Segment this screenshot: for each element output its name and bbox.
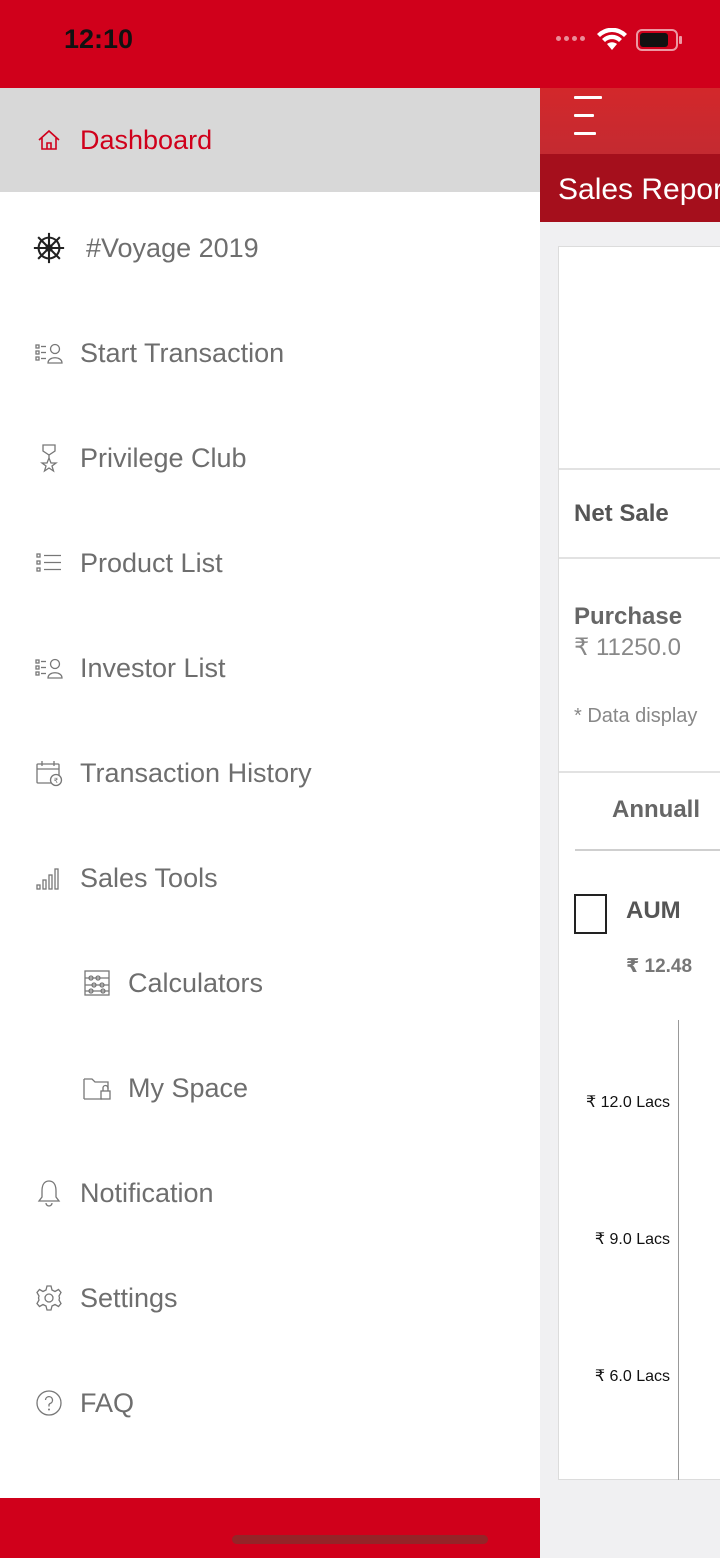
menu-item-label: My Space <box>128 1072 249 1103</box>
menu-item-label: Settings <box>80 1282 178 1313</box>
menu-item-transaction-history[interactable]: ₹ Transaction History <box>0 721 540 825</box>
card-divider <box>559 557 720 559</box>
menu-item-voyage-2019[interactable]: #Voyage 2019 <box>0 196 540 300</box>
transaction-user-icon <box>32 336 66 370</box>
card-divider <box>559 468 720 470</box>
chart-y-axis <box>678 1020 679 1480</box>
card-divider <box>559 771 720 773</box>
folder-lock-icon <box>80 1071 114 1105</box>
abacus-icon <box>80 966 114 1000</box>
menu-item-label: FAQ <box>80 1387 135 1418</box>
bar-chart-icon <box>32 861 66 895</box>
menu-item-my-space[interactable]: My Space <box>0 1036 540 1140</box>
award-icon <box>32 441 66 475</box>
menu-item-product-list[interactable]: Product List <box>0 511 540 615</box>
cellular-signal-icon <box>556 36 585 41</box>
menu-item-start-transaction[interactable]: Start Transaction <box>0 301 540 405</box>
menu-item-label: Dashboard <box>80 124 213 155</box>
menu-item-calculators[interactable]: Calculators <box>0 931 540 1035</box>
background-header <box>540 88 720 154</box>
hamburger-menu-icon[interactable] <box>574 96 602 136</box>
background-status-bar <box>540 0 720 88</box>
y-tick-label: ₹ 6.0 Lacs <box>594 1368 670 1385</box>
menu-item-label: Transaction History <box>80 757 312 788</box>
menu-item-label: Notification <box>80 1177 214 1208</box>
y-tick-label: ₹ 12.0 Lacs <box>585 1094 670 1111</box>
menu-item-investor-list[interactable]: Investor List <box>0 616 540 720</box>
menu-item-label: Privilege Club <box>80 442 247 473</box>
menu-item-settings[interactable]: Settings <box>0 1246 540 1350</box>
home-indicator[interactable] <box>232 1535 488 1544</box>
investor-list-icon <box>32 651 66 685</box>
data-note: * Data display <box>574 705 698 727</box>
menu-item-dashboard[interactable]: Dashboard <box>0 88 540 192</box>
aum-checkbox[interactable] <box>574 894 607 934</box>
menu-item-label: Sales Tools <box>80 862 218 893</box>
status-bar: 12:10 <box>0 0 540 88</box>
tab-annually[interactable]: Annuall <box>612 796 700 824</box>
status-time: 12:10 <box>64 24 134 54</box>
purchase-label: Purchase <box>574 603 683 630</box>
net-sale-label: Net Sale <box>574 500 669 527</box>
help-icon <box>32 1386 66 1420</box>
wifi-icon <box>597 28 627 50</box>
bell-icon <box>32 1176 66 1210</box>
home-icon <box>32 123 66 157</box>
tab-underline <box>575 849 720 851</box>
battery-icon <box>636 29 682 51</box>
menu-item-label: #Voyage 2019 <box>86 232 259 263</box>
ship-wheel-icon <box>32 231 66 265</box>
menu-item-notification[interactable]: Notification <box>0 1141 540 1245</box>
menu-item-faq[interactable]: FAQ <box>0 1351 540 1455</box>
aum-label: AUM <box>626 897 681 924</box>
purchase-value: ₹ 11250.0 <box>574 634 681 661</box>
menu-item-label: Product List <box>80 547 223 578</box>
bottom-bar <box>0 1498 540 1558</box>
menu-item-privilege-club[interactable]: Privilege Club <box>0 406 540 510</box>
y-tick-label: ₹ 9.0 Lacs <box>594 1231 670 1248</box>
calendar-rupee-icon: ₹ <box>32 756 66 790</box>
navigation-drawer: Dashboard #Voyage 2019 Start Transaction <box>0 88 540 1498</box>
menu-item-sales-tools[interactable]: Sales Tools <box>0 826 540 930</box>
page-title: Sales Repor <box>558 173 720 206</box>
svg-text:₹: ₹ <box>54 777 59 785</box>
background-app: Sales Repor Net Sale Purchase ₹ 11250.0 … <box>540 0 720 1558</box>
menu-item-label: Start Transaction <box>80 337 285 368</box>
list-icon <box>32 546 66 580</box>
aum-value: ₹ 12.48 <box>626 956 693 977</box>
gear-icon <box>32 1281 66 1315</box>
menu-item-label: Calculators <box>128 967 264 998</box>
menu-item-label: Investor List <box>80 652 226 683</box>
sales-report-card <box>558 246 720 1480</box>
